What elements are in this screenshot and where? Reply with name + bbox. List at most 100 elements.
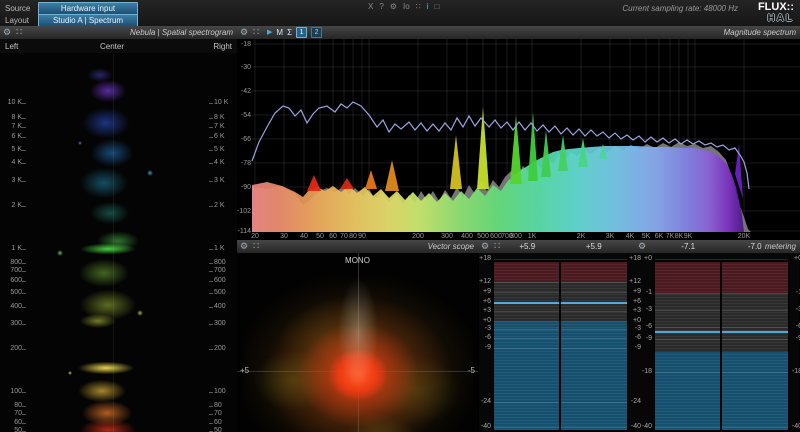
meter-scale-label: -6 <box>645 323 652 330</box>
freq-tick-label: 600 <box>10 277 22 284</box>
settings-icon[interactable]: ⚙ <box>390 1 397 13</box>
freq-tick-label: 7K <box>666 233 675 239</box>
panel-title: Vector scope <box>427 242 474 251</box>
view-2-button[interactable]: 2 <box>311 27 323 38</box>
spectrum-peak-spike <box>385 160 399 191</box>
freq-tick-label: 400 <box>214 303 226 310</box>
freq-tick-mark <box>209 281 213 282</box>
magnitude-spectrum-panel: ⚙ ∷ ▶ M Σ 1 2 Magnitude spectrum -18 -30 -… <box>237 26 800 240</box>
meter-scale-label: +0 <box>483 317 491 324</box>
freq-tick-label: 800 <box>10 259 22 266</box>
freq-tick-label: 300 <box>214 320 226 327</box>
expand-icon[interactable]: ∷ <box>494 241 500 252</box>
play-button[interactable]: ▶ <box>267 28 272 37</box>
help-icon[interactable]: ? <box>379 1 383 13</box>
freq-tick-mark <box>209 263 213 264</box>
freq-tick-mark <box>209 150 213 151</box>
close-icon[interactable]: X <box>368 1 373 13</box>
freq-tick-mark <box>22 137 26 138</box>
freq-tick-label: 60 <box>214 419 222 426</box>
gear-icon[interactable]: ⚙ <box>240 27 248 38</box>
channel-labels-row: Left Center Right <box>0 39 237 53</box>
freq-tick-label: 4K <box>626 233 635 239</box>
gear-icon[interactable]: ⚙ <box>638 241 646 252</box>
freq-tick-mark <box>22 163 26 164</box>
meter-scale-label: -9 <box>634 344 641 351</box>
meter-scale-label: -24 <box>630 398 641 405</box>
meter-scale-label: -1 <box>645 289 652 296</box>
freq-tick-mark <box>22 423 26 424</box>
view-1-button[interactable]: 1 <box>296 27 308 38</box>
meter-scale-label: -18 <box>641 368 652 375</box>
spectrum-peak-spike <box>340 178 354 189</box>
freq-tick-label: 7 K <box>214 123 225 130</box>
freq-tick-label: 400 <box>461 233 473 239</box>
peak-hold-icon[interactable]: M <box>276 28 283 37</box>
db-tick-label: -42 <box>241 88 251 95</box>
freq-tick-mark <box>209 392 213 393</box>
nebula-spatial-spectrogram-panel: ⚙ ∷ Nebula | Spatial spectrogram Left Ce… <box>0 26 237 432</box>
freq-tick-label: 60 <box>14 419 22 426</box>
freq-tick-mark <box>22 127 26 128</box>
freq-tick-label: 8K <box>675 233 684 239</box>
freq-tick-label: 80 <box>214 402 222 409</box>
gear-icon[interactable]: ⚙ <box>3 27 11 38</box>
sum-icon[interactable]: Σ <box>287 28 292 37</box>
meter-scale-label: -3 <box>795 306 800 313</box>
freq-tick-mark <box>22 349 26 350</box>
freq-tick-label: 6 K <box>214 133 225 140</box>
db-tick-label: -114 <box>238 228 252 235</box>
info-icon[interactable]: i <box>427 1 429 13</box>
freq-tick-mark <box>22 281 26 282</box>
freq-tick-label: 6K <box>655 233 664 239</box>
meter-scale-label: -6 <box>795 323 800 330</box>
freq-tick-label: 8 K <box>214 114 225 121</box>
db-tick-label: -90 <box>241 184 251 191</box>
meter-scale-label: -40 <box>641 423 652 430</box>
meter-value-label: -7.1 <box>681 242 696 251</box>
freq-tick-mark <box>209 414 213 415</box>
meter-scale-label: -1 <box>795 289 800 296</box>
fullscreen-icon[interactable]: ∷ <box>416 1 421 13</box>
meter-group-left <box>494 259 627 430</box>
freq-tick-label: 4 K <box>11 159 22 166</box>
freq-tick-mark <box>22 118 26 119</box>
spectrum-peak-spike <box>528 112 538 181</box>
freq-tick-label: 50 <box>14 427 22 432</box>
freq-tick-mark <box>209 137 213 138</box>
db-tick-label: -54 <box>241 112 251 119</box>
expand-icon[interactable]: ∷ <box>253 241 259 252</box>
freq-tick-label: 500 <box>477 233 489 239</box>
gear-icon[interactable]: ⚙ <box>240 241 248 252</box>
gear-icon[interactable]: ⚙ <box>481 241 489 252</box>
freq-tick-label: 1 K <box>11 245 22 252</box>
freq-tick-mark <box>209 118 213 119</box>
freq-tick-label: 200 <box>214 345 226 352</box>
meter-scale-label: +6 <box>483 298 491 305</box>
io-icon[interactable]: Io <box>403 1 410 13</box>
meter-scale-label: -40 <box>791 423 800 430</box>
meter-value-label: +5.9 <box>519 242 536 251</box>
freq-tick-label: 10 K <box>7 99 22 106</box>
meter-scale-label: -40 <box>480 423 491 430</box>
meter-channel-divider <box>559 262 561 430</box>
freq-tick-mark <box>22 414 26 415</box>
freq-tick-label: 3 K <box>214 177 225 184</box>
freq-tick-mark <box>209 423 213 424</box>
flux-logo-text: FLUX:: <box>757 1 794 13</box>
freq-tick-mark <box>209 206 213 207</box>
freq-tick-label: 9K <box>684 233 693 239</box>
freq-tick-label: 300 <box>10 320 22 327</box>
expand-icon[interactable]: ∷ <box>253 27 259 38</box>
freq-tick-label: 300 <box>441 233 453 239</box>
freq-tick-mark <box>22 307 26 308</box>
freq-tick-label: 5 K <box>214 146 225 153</box>
window-icon[interactable]: □ <box>435 1 440 13</box>
freq-tick-label: 40 <box>300 233 308 239</box>
spectrum-peak-spike <box>541 130 551 177</box>
db-tick-label: -78 <box>241 160 251 167</box>
meter-scale-label: -24 <box>480 398 491 405</box>
freq-tick-mark <box>209 307 213 308</box>
expand-icon[interactable]: ∷ <box>16 27 22 38</box>
freq-tick-label: 8 K <box>11 114 22 121</box>
